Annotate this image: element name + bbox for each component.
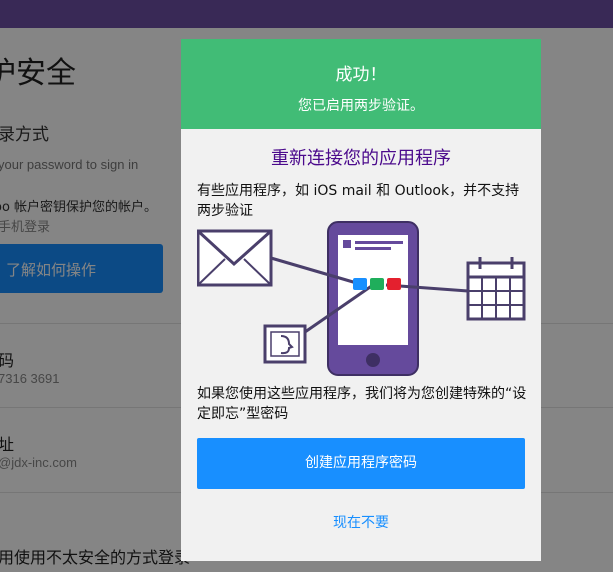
modal-note: 如果您使用这些应用程序，我们将为您创建特殊的“设定即忘”型密码 bbox=[197, 386, 527, 422]
contact-card-icon bbox=[263, 324, 307, 364]
reconnect-apps-illustration bbox=[197, 221, 526, 376]
phone-icon bbox=[327, 221, 419, 376]
modal-title: 成功！ bbox=[335, 65, 387, 85]
modal-description: 有些应用程序，如 iOS mail 和 Outlook，并不支持两步验证 bbox=[197, 183, 520, 219]
success-modal: 成功！ 您已启用两步验证。 重新连接您的应用程序 有些应用程序，如 iOS ma… bbox=[181, 39, 541, 561]
calendar-icon bbox=[466, 257, 526, 321]
envelope-icon bbox=[197, 229, 273, 287]
app-dot-red bbox=[387, 278, 401, 290]
modal-header: 成功！ 您已启用两步验证。 bbox=[181, 39, 541, 129]
create-app-password-button[interactable]: 创建应用程序密码 bbox=[197, 438, 525, 489]
modal-subtitle: 您已启用两步验证。 bbox=[298, 98, 424, 114]
modal-heading: 重新连接您的应用程序 bbox=[271, 148, 451, 169]
app-dot-green bbox=[370, 278, 384, 290]
app-dot-blue bbox=[353, 278, 367, 290]
not-now-link[interactable]: 现在不要 bbox=[181, 512, 541, 532]
